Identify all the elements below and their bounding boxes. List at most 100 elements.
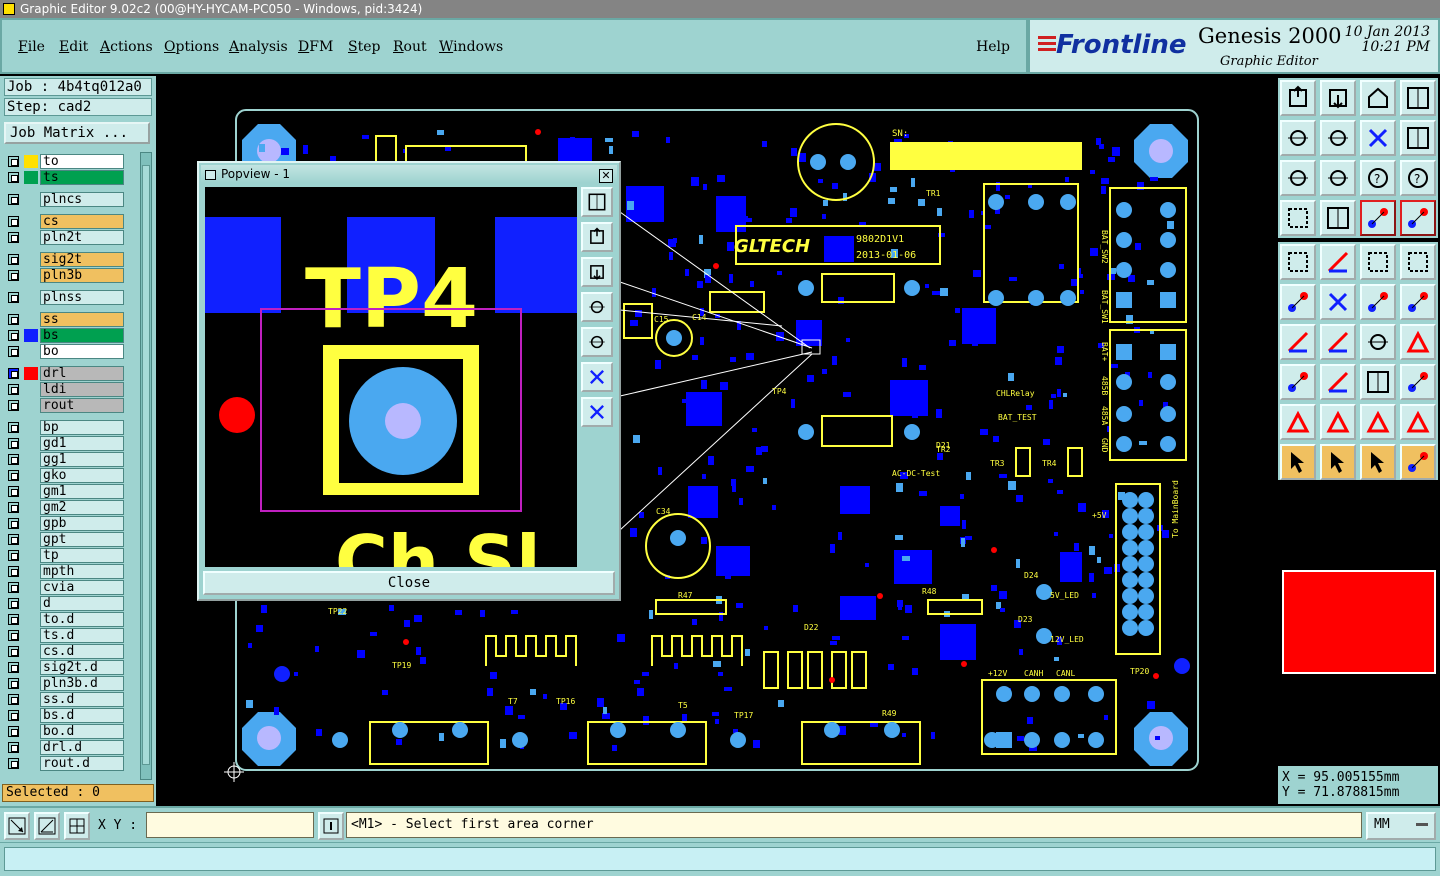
connect-button[interactable] — [1280, 284, 1316, 320]
layer-name[interactable]: pln3b — [40, 268, 124, 283]
grid-button[interactable] — [1320, 200, 1356, 236]
layer-checkbox[interactable] — [8, 486, 19, 497]
layer-row[interactable]: gd1 — [4, 436, 126, 451]
bridge-button[interactable] — [1360, 404, 1396, 440]
net-button[interactable] — [1360, 200, 1396, 236]
angle-line-button[interactable] — [1280, 324, 1316, 360]
menu-help[interactable]: Help — [976, 39, 1010, 55]
layer-name[interactable]: gm1 — [40, 484, 124, 499]
layer-row[interactable]: pln3b — [4, 268, 126, 283]
menu-edit[interactable]: Edit — [59, 39, 88, 55]
angle-button[interactable] — [1320, 244, 1356, 280]
layer-row[interactable]: bs.d — [4, 708, 126, 723]
scale-button[interactable] — [1400, 120, 1436, 156]
layer-name[interactable]: ts.d — [40, 628, 124, 643]
layer-name[interactable]: to — [40, 154, 124, 169]
zoom-area-button[interactable] — [4, 812, 30, 840]
layer-row[interactable]: ts — [4, 170, 126, 185]
layer-row[interactable]: bs — [4, 328, 126, 343]
layer-name[interactable]: cvia — [40, 580, 124, 595]
layer-checkbox[interactable] — [8, 346, 19, 357]
layer-checkbox[interactable] — [8, 502, 19, 513]
layer-name[interactable]: sig2t.d — [40, 660, 124, 675]
layer-checkbox[interactable] — [8, 216, 19, 227]
grid-button[interactable] — [64, 812, 90, 840]
layer-checkbox[interactable] — [8, 438, 19, 449]
select-button[interactable] — [1280, 244, 1316, 280]
layer-name[interactable]: drl — [40, 366, 124, 381]
job-matrix-button[interactable]: Job Matrix ... — [4, 122, 150, 144]
layer-checkbox[interactable] — [8, 710, 19, 721]
snap-left-button[interactable] — [1280, 120, 1316, 156]
pad-button[interactable] — [1280, 364, 1316, 400]
layer-row[interactable]: gpb — [4, 516, 126, 531]
window-menu-icon[interactable] — [205, 170, 216, 180]
layer-name[interactable]: to.d — [40, 612, 124, 627]
layer-checkbox[interactable] — [8, 550, 19, 561]
layer-row[interactable]: bp — [4, 420, 126, 435]
layer-name[interactable]: drl.d — [40, 740, 124, 755]
layer-row[interactable]: plncs — [4, 192, 126, 207]
popview-canvas[interactable]: TP4 Ch Sl — [205, 187, 577, 567]
zoom-out-button[interactable] — [581, 397, 613, 427]
layer-checkbox[interactable] — [8, 172, 19, 183]
layer-row[interactable]: drl.d — [4, 740, 126, 755]
layer-up-button[interactable] — [1280, 80, 1316, 116]
layer-row[interactable]: pln2t — [4, 230, 126, 245]
layer-name[interactable]: bs.d — [40, 708, 124, 723]
info-button[interactable] — [318, 812, 344, 840]
zoom-page-button[interactable] — [581, 187, 613, 217]
layer-name[interactable]: bs — [40, 328, 124, 343]
layer-row[interactable]: tp — [4, 548, 126, 563]
command-field[interactable] — [4, 847, 1436, 871]
layer-checkbox[interactable] — [8, 726, 19, 737]
zoom-in-button[interactable] — [581, 362, 613, 392]
layer-checkbox[interactable] — [8, 330, 19, 341]
menu-dfm[interactable]: DFM — [298, 39, 333, 55]
center-button[interactable] — [1320, 160, 1356, 196]
fit-button[interactable] — [1280, 160, 1316, 196]
units-select[interactable]: MM — [1366, 812, 1436, 840]
bridge-alt-button[interactable] — [1400, 404, 1436, 440]
layer-checkbox[interactable] — [8, 314, 19, 325]
layer-checkbox[interactable] — [8, 422, 19, 433]
layer-name[interactable]: d — [40, 596, 124, 611]
layer-name[interactable]: gpt — [40, 532, 124, 547]
zoom-down-button[interactable] — [581, 257, 613, 287]
layer-name[interactable]: tp — [40, 548, 124, 563]
layer-checkbox[interactable] — [8, 582, 19, 593]
triangle-plus-button[interactable] — [1320, 404, 1356, 440]
pointer-button[interactable] — [1280, 444, 1316, 480]
layer-row[interactable]: gm2 — [4, 500, 126, 515]
cut-button[interactable] — [1320, 364, 1356, 400]
layer-checkbox[interactable] — [8, 534, 19, 545]
layer-checkbox[interactable] — [8, 194, 19, 205]
layer-row[interactable]: to.d — [4, 612, 126, 627]
layer-name[interactable]: sig2t — [40, 252, 124, 267]
swap-button[interactable] — [1360, 120, 1396, 156]
layer-down-button[interactable] — [1320, 80, 1356, 116]
layer-checkbox[interactable] — [8, 678, 19, 689]
layer-checkbox[interactable] — [8, 156, 19, 167]
layer-row[interactable]: plnss — [4, 290, 126, 305]
layer-row[interactable]: mpth — [4, 564, 126, 579]
pointer-plus-button[interactable] — [1360, 444, 1396, 480]
home-button[interactable] — [1360, 80, 1396, 116]
layer-name[interactable]: ldi — [40, 382, 124, 397]
snap-right-button[interactable] — [1320, 120, 1356, 156]
layer-row[interactable]: gg1 — [4, 452, 126, 467]
layer-name[interactable]: rout.d — [40, 756, 124, 771]
layer-color-swatch[interactable] — [24, 171, 38, 184]
menu-analysis[interactable]: Analysis — [229, 39, 288, 55]
layer-row[interactable]: cvia — [4, 580, 126, 595]
layer-name[interactable]: gd1 — [40, 436, 124, 451]
route-button[interactable] — [1400, 444, 1436, 480]
layer-checkbox[interactable] — [8, 518, 19, 529]
layer-checkbox[interactable] — [8, 384, 19, 395]
layer-name[interactable]: pln3b.d — [40, 676, 124, 691]
layer-checkbox[interactable] — [8, 598, 19, 609]
layer-row[interactable]: rout — [4, 398, 126, 413]
layer-checkbox[interactable] — [8, 232, 19, 243]
move-copy-button[interactable] — [1400, 284, 1436, 320]
layer-name[interactable]: bo — [40, 344, 124, 359]
